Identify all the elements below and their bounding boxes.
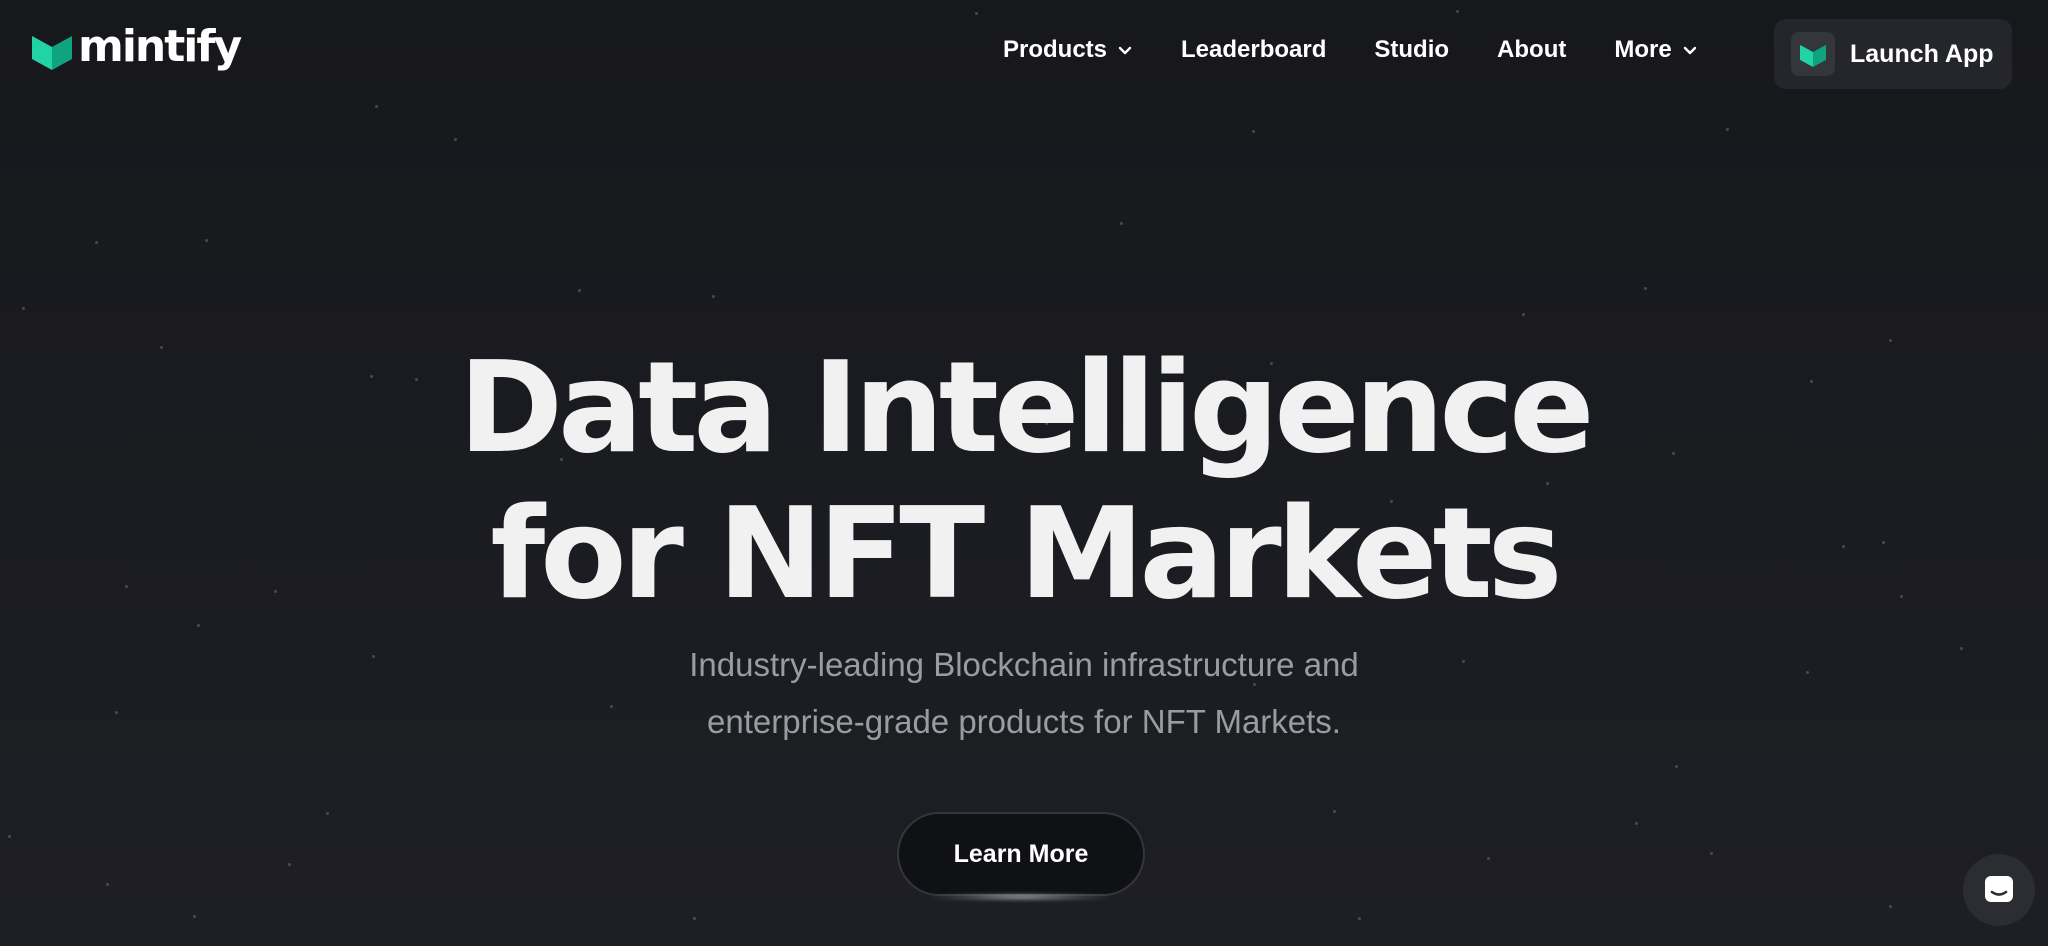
nav-item-label: About <box>1497 36 1567 63</box>
star-dot <box>578 289 581 292</box>
star-dot <box>693 917 696 920</box>
nav-item-more[interactable]: More <box>1614 36 1697 64</box>
launch-app-button[interactable]: Launch App <box>1774 19 2012 89</box>
star-dot <box>1522 313 1525 316</box>
star-dot <box>1726 128 1729 131</box>
star-dot <box>1635 822 1638 825</box>
button-glow <box>930 894 1112 900</box>
chat-icon <box>1985 876 2013 902</box>
nav-item-products[interactable]: Products <box>1003 36 1133 64</box>
nav-item-studio[interactable]: Studio <box>1374 36 1449 64</box>
nav-item-leaderboard[interactable]: Leaderboard <box>1181 36 1326 64</box>
star-dot <box>8 835 11 838</box>
star-dot <box>1120 222 1123 225</box>
hero-title: Data Intelligence for NFT Markets <box>0 335 2048 627</box>
star-dot <box>454 138 457 141</box>
nav-item-label: More <box>1614 36 1672 63</box>
brand-logo[interactable]: mintify <box>32 25 242 70</box>
brand-name: mintify <box>78 21 242 72</box>
star-dot <box>1644 287 1647 290</box>
hero-title-line: for NFT Markets <box>490 480 1562 627</box>
hero-title-line: Data Intelligence <box>458 334 1594 481</box>
star-dot <box>193 915 196 918</box>
chevron-down-icon <box>1683 46 1696 55</box>
star-dot <box>1333 810 1336 813</box>
star-dot <box>1675 765 1678 768</box>
launch-app-icon-box <box>1791 32 1835 76</box>
chat-launcher-button[interactable] <box>1963 854 2035 926</box>
top-navigation: mintify Products Leaderboard Studio Abou… <box>0 0 2048 108</box>
star-dot <box>1358 917 1361 920</box>
hero-subtitle: Industry-leading Blockchain infrastructu… <box>0 636 2048 750</box>
hero-subtitle-line: enterprise-grade products for NFT Market… <box>707 703 1341 740</box>
star-dot <box>326 812 329 815</box>
star-dot <box>106 883 109 886</box>
star-dot <box>1487 857 1490 860</box>
star-dot <box>288 863 291 866</box>
mintify-logo-icon <box>1800 44 1826 67</box>
nav-links: Products Leaderboard Studio About More <box>1003 36 1698 64</box>
star-dot <box>95 241 98 244</box>
star-dot <box>1252 130 1255 133</box>
hero-subtitle-line: Industry-leading Blockchain infrastructu… <box>689 646 1359 683</box>
star-dot <box>205 239 208 242</box>
learn-more-label: Learn More <box>953 839 1089 868</box>
star-dot <box>1889 905 1892 908</box>
nav-item-label: Leaderboard <box>1181 36 1327 63</box>
chevron-down-icon <box>1118 46 1132 55</box>
star-dot <box>1710 852 1713 855</box>
nav-item-label: Products <box>1003 36 1108 63</box>
learn-more-button[interactable]: Learn More <box>897 812 1145 896</box>
nav-item-about[interactable]: About <box>1497 36 1566 64</box>
nav-item-label: Studio <box>1374 36 1450 63</box>
star-dot <box>712 295 715 298</box>
mintify-logo-icon <box>32 36 72 70</box>
star-dot <box>22 307 25 310</box>
launch-app-label: Launch App <box>1850 39 1994 68</box>
